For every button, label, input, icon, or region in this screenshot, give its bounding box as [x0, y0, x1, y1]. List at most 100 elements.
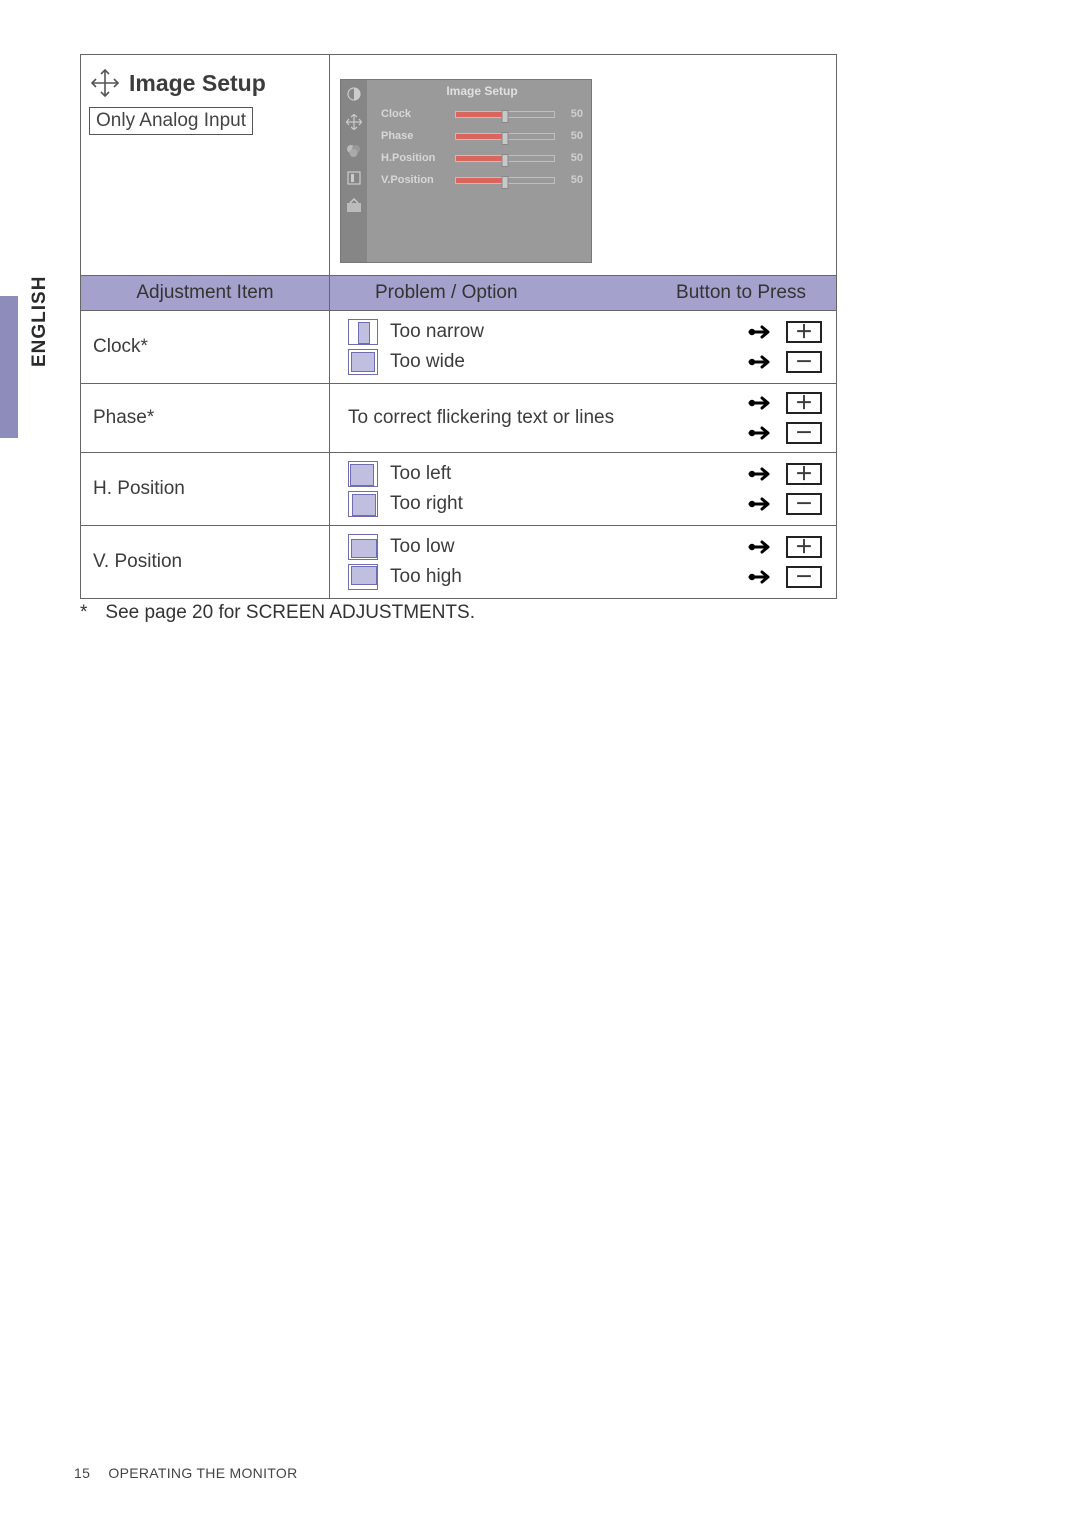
hand-icon: [748, 322, 778, 342]
move-icon: [89, 67, 121, 99]
osd-slider: [455, 111, 555, 118]
press-minus: －: [748, 566, 822, 588]
press-plus: ＋: [748, 463, 822, 485]
osd-row-label: Clock: [381, 108, 447, 120]
osd-row-value: 50: [563, 130, 583, 142]
button-col: ＋ －: [702, 392, 822, 444]
problem-text: Too left: [390, 463, 451, 485]
plus-button[interactable]: ＋: [786, 536, 822, 558]
diagram-narrow-icon: [348, 319, 378, 345]
problem-line: Too wide: [348, 349, 702, 375]
osd-row-value: 50: [563, 152, 583, 164]
col-right: Problem / Option Button to Press: [330, 276, 836, 310]
button-col: ＋ －: [702, 321, 822, 373]
problem-text: Too low: [390, 536, 454, 558]
diagram-wide-icon: [348, 349, 378, 375]
col-problem: Problem / Option: [330, 282, 646, 304]
hand-icon: [748, 352, 778, 372]
problem-text: Too wide: [390, 351, 465, 373]
plus-button[interactable]: ＋: [786, 321, 822, 343]
adjustment-item: H. Position: [81, 453, 330, 525]
osd-move-icon: [344, 112, 364, 132]
button-col: ＋ －: [702, 463, 822, 515]
osd-row-value: 50: [563, 174, 583, 186]
osd-row-value: 50: [563, 108, 583, 120]
footnote: * See page 20 for SCREEN ADJUSTMENTS.: [80, 602, 475, 624]
header-right: Image Setup Clock 50 Phase 50 H.Position: [330, 55, 836, 275]
problem-line: Too right: [348, 491, 702, 517]
page-footer: 15 OPERATING THE MONITOR: [74, 1465, 297, 1481]
button-col: ＋ －: [702, 536, 822, 588]
osd-row: H.Position 50: [381, 152, 583, 164]
page-number: 15: [74, 1465, 90, 1481]
problem-text: Too narrow: [390, 321, 484, 343]
osd-row: Phase 50: [381, 130, 583, 142]
osd-row-label: Phase: [381, 130, 447, 142]
diagram-right-icon: [348, 491, 378, 517]
diagram-low-icon: [348, 534, 378, 560]
footnote-text: See page 20 for SCREEN ADJUSTMENTS.: [105, 602, 475, 624]
column-headers: Adjustment Item Problem / Option Button …: [81, 276, 836, 311]
problem-col: Too low Too high: [348, 534, 702, 590]
analog-note: Only Analog Input: [89, 107, 253, 135]
osd-title: Image Setup: [381, 84, 583, 98]
hand-icon: [748, 537, 778, 557]
osd-row: V.Position 50: [381, 174, 583, 186]
osd-brightness-icon: [344, 84, 364, 104]
osd-preview: Image Setup Clock 50 Phase 50 H.Position: [340, 79, 592, 263]
header-left: Image Setup Only Analog Input: [81, 55, 330, 275]
press-plus: ＋: [748, 392, 822, 414]
table-row: V. Position Too low Too high ＋: [81, 526, 836, 598]
minus-button[interactable]: －: [786, 566, 822, 588]
adjustment-item: V. Position: [81, 526, 330, 598]
osd-input-icon: [344, 168, 364, 188]
press-minus: －: [748, 493, 822, 515]
adjustment-item: Phase*: [81, 384, 330, 452]
language-tab-label: ENGLISH: [29, 276, 51, 367]
footnote-mark: *: [80, 602, 87, 624]
section-title: Image Setup: [87, 67, 323, 99]
table-row: Clock* Too narrow Too wide ＋: [81, 311, 836, 384]
osd-row-label: H.Position: [381, 152, 447, 164]
problem-col: Too narrow Too wide: [348, 319, 702, 375]
problem-col: To correct flickering text or lines: [348, 407, 702, 429]
table-row: Phase* To correct flickering text or lin…: [81, 384, 836, 453]
problem-line: Too high: [348, 564, 702, 590]
minus-button[interactable]: －: [786, 493, 822, 515]
row-right: Too low Too high ＋ －: [330, 526, 836, 598]
minus-button[interactable]: －: [786, 351, 822, 373]
osd-body: Image Setup Clock 50 Phase 50 H.Position: [367, 80, 591, 262]
osd-icon-strip: [341, 80, 367, 262]
row-right: Too narrow Too wide ＋: [330, 311, 836, 383]
hand-icon: [748, 393, 778, 413]
osd-row: Clock 50: [381, 108, 583, 120]
hand-icon: [748, 567, 778, 587]
minus-button[interactable]: －: [786, 422, 822, 444]
hand-icon: [748, 423, 778, 443]
diagram-left-icon: [348, 461, 378, 487]
plus-button[interactable]: ＋: [786, 463, 822, 485]
problem-text: To correct flickering text or lines: [348, 407, 614, 429]
header-row: Image Setup Only Analog Input: [81, 55, 836, 276]
content-box: Image Setup Only Analog Input: [80, 54, 837, 599]
language-tab: ENGLISH: [0, 296, 50, 438]
osd-color-icon: [344, 140, 364, 160]
hand-icon: [748, 464, 778, 484]
press-plus: ＋: [748, 536, 822, 558]
plus-button[interactable]: ＋: [786, 392, 822, 414]
osd-tools-icon: [344, 196, 364, 216]
col-button: Button to Press: [646, 282, 836, 304]
col-adjustment: Adjustment Item: [81, 276, 330, 310]
hand-icon: [748, 494, 778, 514]
section-title-text: Image Setup: [129, 70, 266, 97]
problem-text: Too high: [390, 566, 462, 588]
problem-line: Too left: [348, 461, 702, 487]
osd-slider: [455, 177, 555, 184]
table-row: H. Position Too left Too right ＋: [81, 453, 836, 526]
press-minus: －: [748, 422, 822, 444]
problem-line: Too narrow: [348, 319, 702, 345]
problem-line: Too low: [348, 534, 702, 560]
row-right: To correct flickering text or lines ＋ －: [330, 384, 836, 452]
footer-section: OPERATING THE MONITOR: [108, 1465, 297, 1481]
language-tab-bar: [0, 296, 18, 438]
